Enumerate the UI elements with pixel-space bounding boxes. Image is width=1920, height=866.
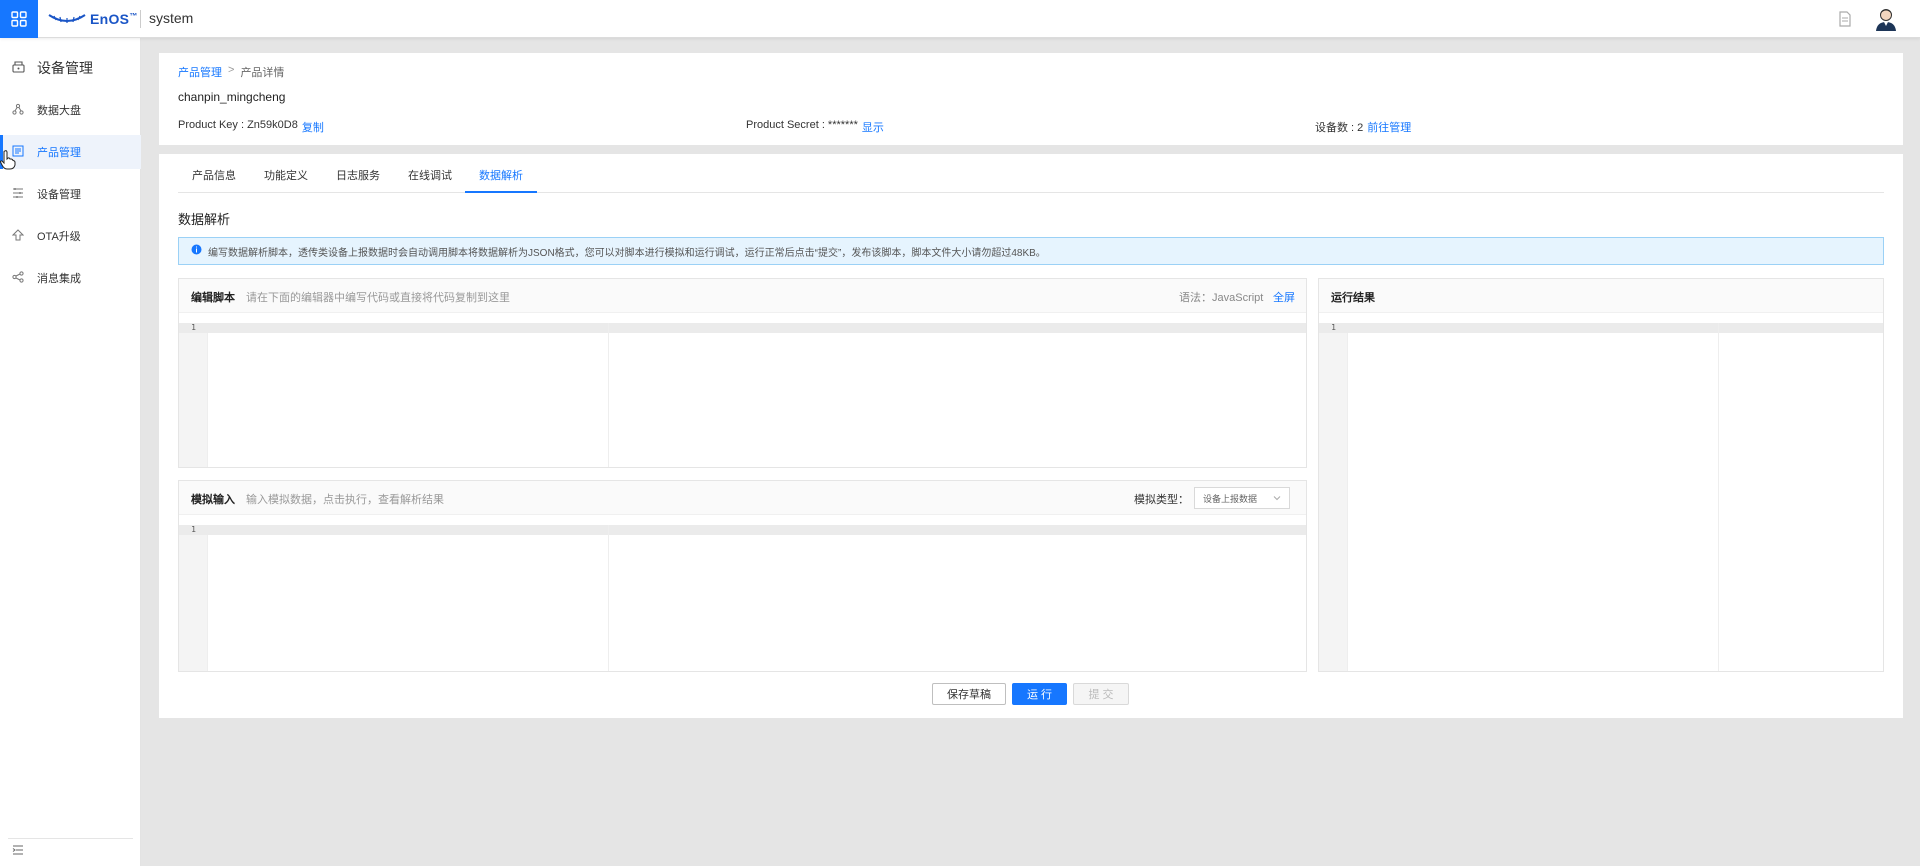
enos-logo[interactable]: EnOS™	[48, 9, 138, 29]
sim-type-label: 模拟类型：	[1134, 494, 1189, 506]
breadcrumb: 产品管理 > 产品详情	[178, 64, 284, 80]
sim-code-editor[interactable]: 1	[179, 525, 1306, 671]
sim-input-title: 模拟输入	[191, 494, 235, 506]
save-draft-button[interactable]: 保存草稿	[932, 683, 1006, 705]
sidebar-header: 设备管理	[12, 58, 93, 78]
device-list-icon	[12, 187, 24, 202]
tab-log-service[interactable]: 日志服务	[336, 167, 380, 193]
product-key: Product Key : Zn59k0D8 复制	[178, 119, 324, 135]
sim-input-header: 模拟输入 输入模拟数据，点击执行，查看解析结果 模拟类型： 设备上报数据	[179, 481, 1306, 515]
run-button[interactable]: 运 行	[1012, 683, 1067, 705]
device-box-icon	[12, 60, 25, 76]
script-editor-panel: 编辑脚本 请在下面的编辑器中编写代码或直接将代码复制到这里 语法：JavaScr…	[178, 278, 1307, 468]
sidebar-item-devices[interactable]: 设备管理	[0, 177, 141, 211]
sidebar: 设备管理 数据大盘 产品管理 设备管理 OTA升级 消息集成	[0, 38, 141, 866]
collapse-menu-icon[interactable]	[12, 844, 24, 859]
tab-product-info[interactable]: 产品信息	[192, 167, 236, 193]
result-code-view[interactable]: 1	[1319, 323, 1883, 671]
sidebar-divider	[8, 838, 133, 839]
print-margin	[1718, 323, 1719, 671]
breadcrumb-parent-link[interactable]: 产品管理	[178, 64, 222, 80]
submit-button[interactable]: 提 交	[1073, 683, 1129, 705]
data-parse-card: 产品信息 功能定义 日志服务 在线调试 数据解析 数据解析 编写数据解析脚本，透…	[159, 154, 1903, 718]
sidebar-item-label: OTA升级	[37, 231, 81, 243]
document-icon[interactable]	[1838, 11, 1852, 30]
show-secret-link[interactable]: 显示	[862, 119, 884, 135]
tab-feature-definition[interactable]: 功能定义	[264, 167, 308, 193]
script-editor-title: 编辑脚本	[191, 292, 235, 304]
device-count: 设备数 : 2 前往管理	[1315, 119, 1411, 135]
app-title: system	[149, 10, 194, 26]
script-editor-header: 编辑脚本 请在下面的编辑器中编写代码或直接将代码复制到这里 语法：JavaScr…	[179, 279, 1306, 313]
product-name: chanpin_mingcheng	[178, 90, 286, 104]
breadcrumb-current: 产品详情	[240, 67, 285, 79]
product-key-label: Product Key : Zn59k0D8	[178, 119, 298, 131]
upgrade-icon	[11, 228, 25, 244]
dashboard-icon	[12, 103, 24, 118]
app-grid-icon[interactable]	[0, 0, 38, 38]
run-result-title: 运行结果	[1331, 292, 1375, 304]
breadcrumb-separator: >	[228, 64, 235, 76]
sidebar-item-dashboard[interactable]: 数据大盘	[0, 93, 141, 127]
sidebar-header-label: 设备管理	[37, 60, 93, 76]
product-secret: Product Secret : ******* 显示	[746, 119, 884, 135]
sidebar-item-label: 产品管理	[37, 147, 81, 159]
fullscreen-link[interactable]: 全屏	[1273, 289, 1295, 305]
active-line	[179, 323, 1306, 333]
sidebar-item-label: 设备管理	[37, 189, 81, 201]
user-avatar-icon[interactable]	[1873, 6, 1899, 32]
logo-text: EnOS™	[90, 11, 138, 27]
section-title: 数据解析	[178, 212, 231, 227]
copy-key-link[interactable]: 复制	[302, 119, 324, 135]
sidebar-item-ota[interactable]: OTA升级	[0, 219, 141, 253]
sidebar-item-products[interactable]: 产品管理	[0, 135, 141, 169]
product-header-card: 产品管理 > 产品详情 chanpin_mingcheng Product Ke…	[159, 53, 1903, 145]
sim-input-panel: 模拟输入 输入模拟数据，点击执行，查看解析结果 模拟类型： 设备上报数据 1	[178, 480, 1307, 672]
chevron-down-icon	[1273, 494, 1281, 504]
tab-data-parse[interactable]: 数据解析	[465, 167, 537, 193]
info-notice: 编写数据解析脚本，透传类设备上报数据时会自动调用脚本将数据解析为JSON格式，您…	[178, 237, 1884, 265]
line-gutter	[1319, 323, 1348, 671]
hand-cursor-icon	[0, 150, 16, 173]
active-line	[1319, 323, 1883, 333]
sidebar-item-messages[interactable]: 消息集成	[0, 261, 141, 295]
line-number: 1	[191, 525, 196, 534]
line-gutter	[179, 525, 208, 671]
sim-type-select[interactable]: 设备上报数据	[1194, 487, 1290, 509]
script-code-editor[interactable]: 1	[179, 323, 1306, 467]
run-result-header: 运行结果	[1319, 279, 1883, 313]
sim-input-hint: 输入模拟数据，点击执行，查看解析结果	[246, 494, 444, 506]
print-margin	[608, 525, 609, 671]
tab-bar: 产品信息 功能定义 日志服务 在线调试 数据解析	[178, 154, 1884, 193]
line-number: 1	[1331, 323, 1336, 332]
sim-type-value: 设备上报数据	[1203, 493, 1258, 504]
run-result-panel: 运行结果 1	[1318, 278, 1884, 672]
syntax-label: 语法：JavaScript	[1179, 292, 1264, 304]
print-margin	[608, 323, 609, 467]
active-line	[179, 525, 1306, 535]
manage-devices-link[interactable]: 前往管理	[1367, 119, 1411, 135]
script-editor-hint: 请在下面的编辑器中编写代码或直接将代码复制到这里	[246, 292, 510, 304]
info-icon	[191, 244, 202, 258]
logo-mark-icon	[48, 14, 86, 23]
divider	[140, 10, 141, 28]
line-number: 1	[191, 323, 196, 332]
tab-online-debug[interactable]: 在线调试	[408, 167, 452, 193]
sidebar-item-label: 消息集成	[37, 273, 81, 285]
sidebar-item-label: 数据大盘	[37, 105, 81, 117]
device-count-label: 设备数 : 2	[1315, 122, 1364, 134]
product-secret-label: Product Secret : *******	[746, 119, 858, 131]
line-gutter	[179, 323, 208, 467]
share-icon	[12, 270, 24, 286]
info-notice-text: 编写数据解析脚本，透传类设备上报数据时会自动调用脚本将数据解析为JSON格式，您…	[208, 247, 1046, 259]
top-bar: EnOS™ system	[0, 0, 1920, 38]
